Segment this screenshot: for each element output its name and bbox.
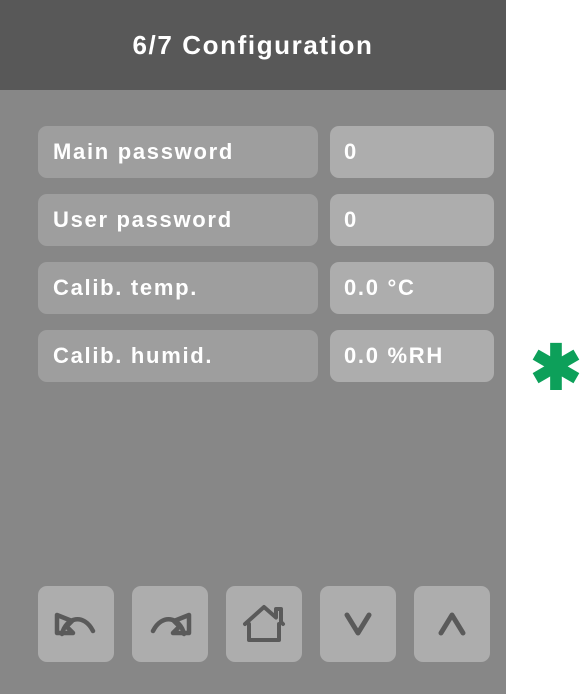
settings-row: User password 0 <box>38 194 494 246</box>
device-screen: 6/7 Configuration Main password 0 User p… <box>0 0 506 694</box>
setting-label-calib-humid: Calib. humid. <box>38 330 318 382</box>
settings-row: Main password 0 <box>38 126 494 178</box>
setting-value-text: 0 <box>344 207 358 232</box>
setting-label-text: Calib. temp. <box>53 275 199 300</box>
setting-value-main-password[interactable]: 0 <box>330 126 494 178</box>
annotation-asterisk-marker: ✱ <box>530 334 581 403</box>
setting-value-calib-temp[interactable]: 0.0 °C <box>330 262 494 314</box>
scroll-up-button[interactable] <box>414 586 490 662</box>
setting-value-text: 0 <box>344 139 358 164</box>
setting-label-main-password: Main password <box>38 126 318 178</box>
setting-value-text: 0.0 °C <box>344 275 416 300</box>
scroll-down-button[interactable] <box>320 586 396 662</box>
setting-label-calib-temp: Calib. temp. <box>38 262 318 314</box>
chevron-down-icon <box>338 607 378 641</box>
setting-label-text: Calib. humid. <box>53 343 214 368</box>
setting-label-text: Main password <box>53 139 235 164</box>
title-bar: 6/7 Configuration <box>0 0 506 90</box>
page-title: 6/7 Configuration <box>132 30 374 60</box>
settings-row: Calib. humid. 0.0 %RH <box>38 330 494 382</box>
undo-arrow-icon <box>52 604 100 644</box>
chevron-up-icon <box>432 607 472 641</box>
setting-value-calib-humid[interactable]: 0.0 %RH <box>330 330 494 382</box>
home-icon <box>241 603 287 645</box>
setting-value-user-password[interactable]: 0 <box>330 194 494 246</box>
navigation-bar <box>38 586 494 662</box>
redo-button[interactable] <box>132 586 208 662</box>
setting-label-text: User password <box>53 207 233 232</box>
redo-arrow-icon <box>146 604 194 644</box>
settings-row: Calib. temp. 0.0 °C <box>38 262 494 314</box>
setting-value-text: 0.0 %RH <box>344 343 444 368</box>
home-button[interactable] <box>226 586 302 662</box>
setting-label-user-password: User password <box>38 194 318 246</box>
undo-button[interactable] <box>38 586 114 662</box>
